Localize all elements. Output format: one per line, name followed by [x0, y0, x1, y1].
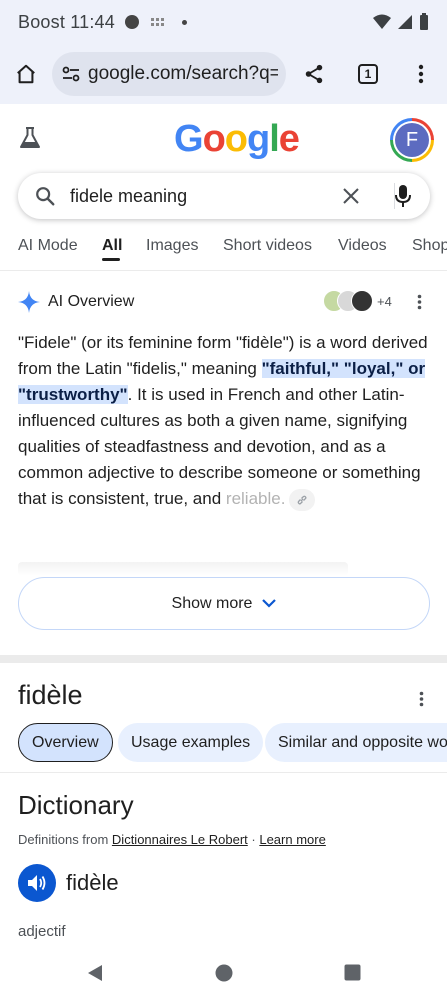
attribution-prefix: Definitions from [18, 832, 112, 847]
link-icon [298, 495, 307, 505]
ai-overview-title: AI Overview [48, 293, 135, 310]
search-box[interactable]: fidele meaning [18, 173, 430, 219]
tab-videos[interactable]: Videos [338, 237, 387, 255]
microphone-icon[interactable] [394, 184, 412, 208]
citation-link-button[interactable] [289, 488, 316, 511]
ai-overview-header: AI Overview +4 [18, 288, 438, 316]
show-more-label: Show more [171, 594, 253, 612]
ai-overview-sources[interactable]: +4 [323, 290, 392, 312]
word-panel-title: fidèle [18, 680, 83, 710]
learn-more-link[interactable]: Learn more [259, 832, 325, 847]
attribution-separator: · [247, 832, 260, 847]
search-tabs: AI Mode All Images Short videos Videos S… [0, 225, 447, 271]
site-settings-icon[interactable] [62, 65, 80, 83]
google-header: Google F [0, 104, 447, 174]
part-of-speech: adjectif [18, 923, 66, 940]
avatar-letter: F [395, 123, 429, 157]
speaker-icon [28, 875, 46, 891]
pronunciation-button[interactable] [18, 864, 56, 902]
ai-overview-more-icon[interactable] [417, 294, 422, 310]
app-grid-icon [150, 18, 164, 26]
notification-dot-icon [181, 19, 187, 25]
notification-icon [124, 15, 139, 29]
home-icon [17, 64, 35, 84]
tab-all[interactable]: All [102, 237, 122, 255]
source-thumbnail-icon [351, 290, 373, 312]
tab-images[interactable]: Images [146, 237, 198, 255]
share-icon [305, 64, 323, 84]
more-vert-icon [418, 64, 424, 84]
word-panel-more-icon[interactable] [419, 691, 424, 707]
share-button[interactable] [288, 44, 340, 104]
tab-shopping[interactable]: Shop [412, 237, 447, 255]
tab-switcher-button[interactable]: 1 [342, 44, 394, 104]
browser-toolbar: google.com/search?q=fi 1 [0, 44, 447, 104]
chip-divider [0, 772, 447, 773]
chip-overview[interactable]: Overview [18, 723, 113, 762]
carrier-time: Boost 11:44 [18, 11, 115, 32]
gemini-sparkle-icon [18, 291, 40, 313]
account-avatar[interactable]: F [390, 118, 434, 162]
search-query[interactable]: fidele meaning [70, 186, 187, 207]
dictionary-title: Dictionary [18, 790, 134, 820]
home-nav-icon[interactable] [215, 964, 233, 982]
dictionary-headword: fidèle [66, 870, 119, 895]
tab-ai-mode[interactable]: AI Mode [18, 237, 78, 255]
url-text: google.com/search?q=fi [88, 63, 278, 84]
chip-usage-examples[interactable]: Usage examples [118, 723, 264, 762]
dictionary-attribution: Definitions from Dictionnaires Le Robert… [18, 832, 326, 847]
tabs-icon: 1 [358, 64, 378, 84]
chevron-down-icon [262, 599, 277, 608]
word-panel-chips: Overview Usage examples Similar and oppo… [18, 723, 447, 763]
google-logo[interactable]: Google [174, 118, 300, 161]
ai-overview-text-faded: reliable. [225, 489, 286, 508]
labs-flask-icon[interactable] [19, 126, 41, 150]
home-button[interactable] [0, 44, 52, 104]
section-divider [0, 655, 447, 663]
tab-short-videos[interactable]: Short videos [223, 237, 312, 255]
signal-icon [398, 15, 412, 29]
show-more-button[interactable]: Show more [18, 577, 430, 630]
battery-icon [420, 13, 428, 30]
system-nav-bar [0, 950, 447, 1000]
back-icon[interactable] [86, 964, 104, 982]
search-icon [36, 187, 55, 206]
browser-menu-button[interactable] [395, 44, 447, 104]
truncated-text-fade [18, 562, 348, 576]
clear-icon[interactable] [342, 187, 360, 205]
dictionary-source-link[interactable]: Dictionnaires Le Robert [112, 832, 248, 847]
ai-overview-text: "Fidele" (or its feminine form "fidèle")… [18, 330, 430, 512]
status-bar: Boost 11:44 [0, 0, 447, 44]
active-tab-indicator [102, 258, 120, 261]
wifi-icon [373, 14, 391, 29]
more-sources-count: +4 [377, 293, 392, 309]
chip-similar-opposite[interactable]: Similar and opposite words [265, 723, 447, 762]
recents-icon[interactable] [344, 964, 361, 981]
address-bar[interactable]: google.com/search?q=fi [52, 52, 286, 96]
